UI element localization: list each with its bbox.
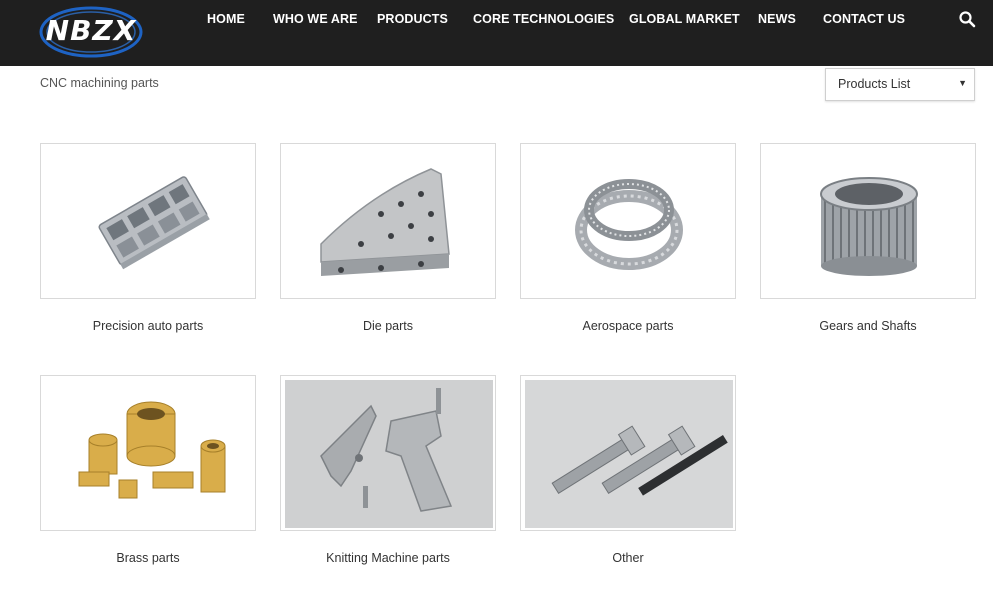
product-label[interactable]: Die parts	[280, 319, 496, 333]
nav-global-market[interactable]: GLOBAL MARKET	[629, 12, 740, 26]
product-image	[280, 143, 496, 299]
product-image	[40, 143, 256, 299]
product-label[interactable]: Other	[520, 551, 736, 565]
site-header: NBZX HOME WHO WE ARE PRODUCTS CORE TECHN…	[0, 0, 993, 66]
gear-image	[820, 177, 918, 276]
bearing-ring-image	[575, 179, 683, 270]
knitting-parts-image	[285, 380, 493, 528]
die-plate-image	[320, 168, 450, 276]
nav-home[interactable]: HOME	[207, 12, 245, 26]
breadcrumb: CNC machining parts	[40, 76, 159, 90]
product-image	[40, 375, 256, 531]
product-image	[520, 375, 736, 531]
brass-fittings-image	[78, 401, 226, 499]
product-image	[520, 143, 736, 299]
engine-block-image	[98, 176, 210, 270]
logo[interactable]: NBZX	[38, 4, 144, 60]
nav-who-we-are[interactable]: WHO WE ARE	[273, 12, 358, 26]
product-image	[280, 375, 496, 531]
search-icon[interactable]	[958, 10, 976, 28]
product-image	[760, 143, 976, 299]
nav-products[interactable]: PRODUCTS	[377, 12, 448, 26]
products-list-select[interactable]: Products List ▼	[825, 68, 975, 101]
chevron-down-icon: ▼	[958, 78, 967, 88]
logo-text: NBZX	[45, 14, 137, 47]
nav-contact-us[interactable]: CONTACT US	[823, 12, 905, 26]
select-value: Products List	[838, 77, 911, 91]
nav-news[interactable]: NEWS	[758, 12, 796, 26]
product-label[interactable]: Knitting Machine parts	[280, 551, 496, 565]
product-label[interactable]: Aerospace parts	[520, 319, 736, 333]
bolts-image	[525, 380, 733, 528]
product-label[interactable]: Gears and Shafts	[760, 319, 976, 333]
product-label[interactable]: Brass parts	[40, 551, 256, 565]
nav-core-technologies[interactable]: CORE TECHNOLOGIES	[473, 12, 614, 26]
product-label[interactable]: Precision auto parts	[40, 319, 256, 333]
